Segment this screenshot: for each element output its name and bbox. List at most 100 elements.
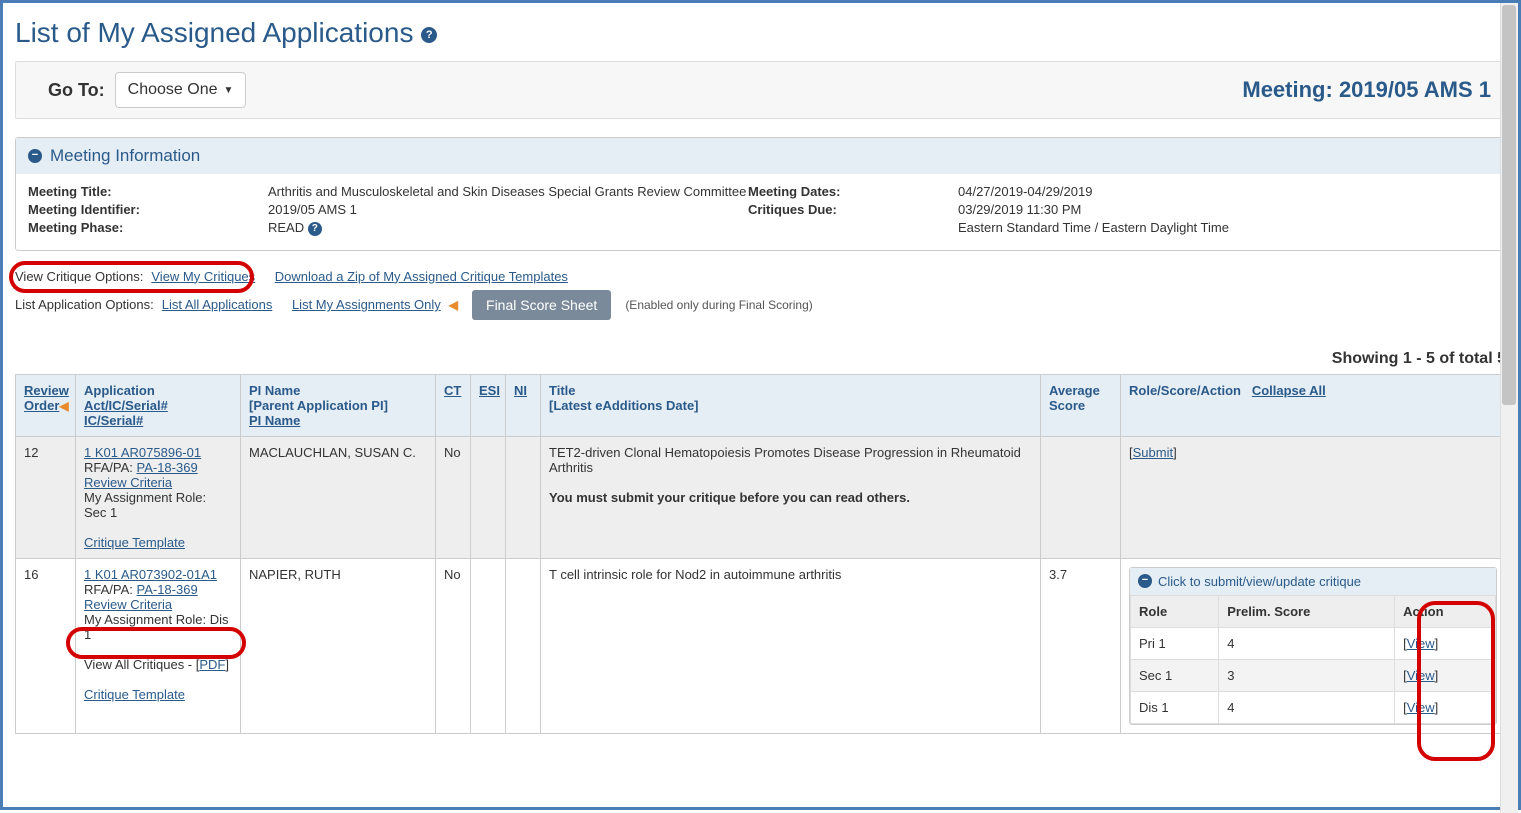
- list-all-apps-link[interactable]: List All Applications: [162, 297, 273, 312]
- inner-score: 4: [1219, 691, 1395, 723]
- meeting-id-label: Meeting Identifier:: [28, 202, 268, 217]
- critique-sub-panel: − Click to submit/view/update critique R…: [1129, 567, 1497, 725]
- app-options-row: List Application Options: List All Appli…: [15, 290, 1506, 320]
- cell-ni: [506, 558, 541, 733]
- view-all-suffix: ]: [225, 657, 229, 672]
- col-title-l2: [Latest eAdditions Date]: [549, 398, 699, 413]
- view-link[interactable]: View: [1407, 700, 1435, 715]
- review-criteria-link[interactable]: Review Criteria: [84, 597, 172, 612]
- inner-score: 4: [1219, 627, 1395, 659]
- page-title-text: List of My Assigned Applications: [15, 17, 413, 48]
- critiques-due-value: 03/29/2019 11:30 PM: [958, 202, 1493, 217]
- meeting-info-grid: Meeting Title: Arthritis and Musculoskel…: [28, 184, 1493, 236]
- inner-col-score: Prelim. Score: [1219, 595, 1395, 627]
- inner-row: Dis 1 4 [View]: [1131, 691, 1496, 723]
- inner-score: 3: [1219, 659, 1395, 691]
- goto-select[interactable]: Choose One ▼: [115, 72, 247, 108]
- critiques-due-label: Critiques Due:: [748, 202, 958, 217]
- table-header-row: Review Order◀ Application Act/IC/Serial#…: [16, 374, 1506, 436]
- scrollbar-vertical[interactable]: [1500, 3, 1518, 813]
- rfa-link[interactable]: PA-18-369: [137, 582, 198, 597]
- help-icon[interactable]: ?: [421, 27, 437, 43]
- cell-order: 12: [16, 436, 76, 558]
- col-ct[interactable]: CT: [444, 383, 461, 398]
- inner-col-action: Action: [1395, 595, 1496, 627]
- meeting-id-value: 2019/05 AMS 1: [268, 202, 748, 217]
- col-application-l1: Application: [84, 383, 155, 398]
- col-pi-l1: PI Name: [249, 383, 300, 398]
- cell-title: TET2-driven Clonal Hematopoiesis Promote…: [549, 445, 1021, 475]
- meeting-info-header[interactable]: − Meeting Information: [16, 138, 1505, 174]
- final-score-sheet-button[interactable]: Final Score Sheet: [472, 290, 611, 320]
- annotation-oval: [66, 627, 246, 659]
- cell-esi: [471, 436, 506, 558]
- collapse-all-link[interactable]: Collapse All: [1252, 383, 1326, 398]
- cell-ni: [506, 436, 541, 558]
- meeting-dates-value: 04/27/2019-04/29/2019: [958, 184, 1493, 199]
- meeting-title-label: Meeting Title:: [28, 184, 268, 199]
- critique-options-row: View Critique Options: View My Critiques…: [15, 269, 1506, 284]
- view-link[interactable]: View: [1407, 636, 1435, 651]
- view-all-pdf-link[interactable]: PDF: [199, 657, 225, 672]
- inner-role: Pri 1: [1131, 627, 1219, 659]
- cell-avg: 3.7: [1041, 558, 1121, 733]
- inner-row: Pri 1 4 [View]: [1131, 627, 1496, 659]
- critique-template-link[interactable]: Critique Template: [84, 535, 185, 550]
- chevron-down-icon: ▼: [224, 85, 234, 96]
- col-pi-l3[interactable]: PI Name: [249, 413, 300, 428]
- cell-ct: No: [436, 558, 471, 733]
- meeting-info-panel: − Meeting Information Meeting Title: Art…: [15, 137, 1506, 251]
- page-title: List of My Assigned Applications ?: [15, 17, 1506, 49]
- col-ni[interactable]: NI: [514, 383, 527, 398]
- table-row: 16 1 K01 AR073902-01A1 RFA/PA: PA-18-369…: [16, 558, 1506, 733]
- sort-indicator-icon: ◀: [59, 399, 68, 413]
- assignment-role: My Assignment Role: Dis 1: [84, 612, 229, 642]
- list-my-assignments-link[interactable]: List My Assignments Only: [292, 297, 441, 312]
- collapse-icon: −: [1138, 574, 1152, 588]
- meeting-phase-value: READ ?: [268, 220, 748, 236]
- collapse-icon: −: [28, 149, 42, 163]
- col-avg-score: Average Score: [1041, 374, 1121, 436]
- rfa-prefix: RFA/PA:: [84, 460, 137, 475]
- col-title-l1: Title: [549, 383, 576, 398]
- meeting-phase-label: Meeting Phase:: [28, 220, 268, 236]
- inner-role: Sec 1: [1131, 659, 1219, 691]
- cell-title: T cell intrinsic role for Nod2 in autoim…: [541, 558, 1041, 733]
- app-id-link[interactable]: 1 K01 AR075896-01: [84, 445, 201, 460]
- timezone-value: Eastern Standard Time / Eastern Daylight…: [958, 220, 1493, 236]
- meeting-banner-prefix: Meeting:: [1242, 77, 1339, 102]
- view-link[interactable]: View: [1407, 668, 1435, 683]
- rfa-link[interactable]: PA-18-369: [137, 460, 198, 475]
- goto-selected: Choose One: [128, 81, 218, 99]
- inner-role: Dis 1: [1131, 691, 1219, 723]
- meeting-banner-value: 2019/05 AMS 1: [1339, 77, 1491, 102]
- col-esi[interactable]: ESI: [479, 383, 500, 398]
- inner-col-role: Role: [1131, 595, 1219, 627]
- app-id-link[interactable]: 1 K01 AR073902-01A1: [84, 567, 217, 582]
- critique-sub-header[interactable]: − Click to submit/view/update critique: [1130, 568, 1496, 595]
- scrollbar-thumb[interactable]: [1502, 5, 1516, 405]
- meeting-banner: Meeting: 2019/05 AMS 1: [1242, 77, 1491, 103]
- cell-pi: MACLAUCHLAN, SUSAN C.: [241, 436, 436, 558]
- view-my-critiques-link[interactable]: View My Critiques: [151, 269, 255, 284]
- cell-esi: [471, 558, 506, 733]
- critique-inner-table: Role Prelim. Score Action Pri 1 4 [View]: [1130, 595, 1496, 724]
- review-criteria-link[interactable]: Review Criteria: [84, 475, 172, 490]
- col-application-l3[interactable]: IC/Serial#: [84, 413, 143, 428]
- critique-sub-title: Click to submit/view/update critique: [1158, 574, 1361, 589]
- critique-template-link[interactable]: Critique Template: [84, 687, 185, 702]
- help-icon[interactable]: ?: [308, 222, 322, 236]
- app-options-label: List Application Options:: [15, 297, 154, 312]
- col-application-l2[interactable]: Act/IC/Serial#: [84, 398, 168, 413]
- submit-link[interactable]: Submit: [1133, 445, 1173, 460]
- critique-options-label: View Critique Options:: [15, 269, 143, 284]
- meeting-info-title: Meeting Information: [50, 146, 200, 166]
- view-all-prefix: View All Critiques - [: [84, 657, 199, 672]
- download-zip-link[interactable]: Download a Zip of My Assigned Critique T…: [275, 269, 568, 284]
- goto-label: Go To:: [48, 80, 105, 101]
- goto-bar: Go To: Choose One ▼ Meeting: 2019/05 AMS…: [15, 61, 1506, 119]
- title-note: You must submit your critique before you…: [549, 490, 910, 505]
- cell-ct: No: [436, 436, 471, 558]
- table-row: 12 1 K01 AR075896-01 RFA/PA: PA-18-369 R…: [16, 436, 1506, 558]
- final-score-hint: (Enabled only during Final Scoring): [625, 298, 812, 312]
